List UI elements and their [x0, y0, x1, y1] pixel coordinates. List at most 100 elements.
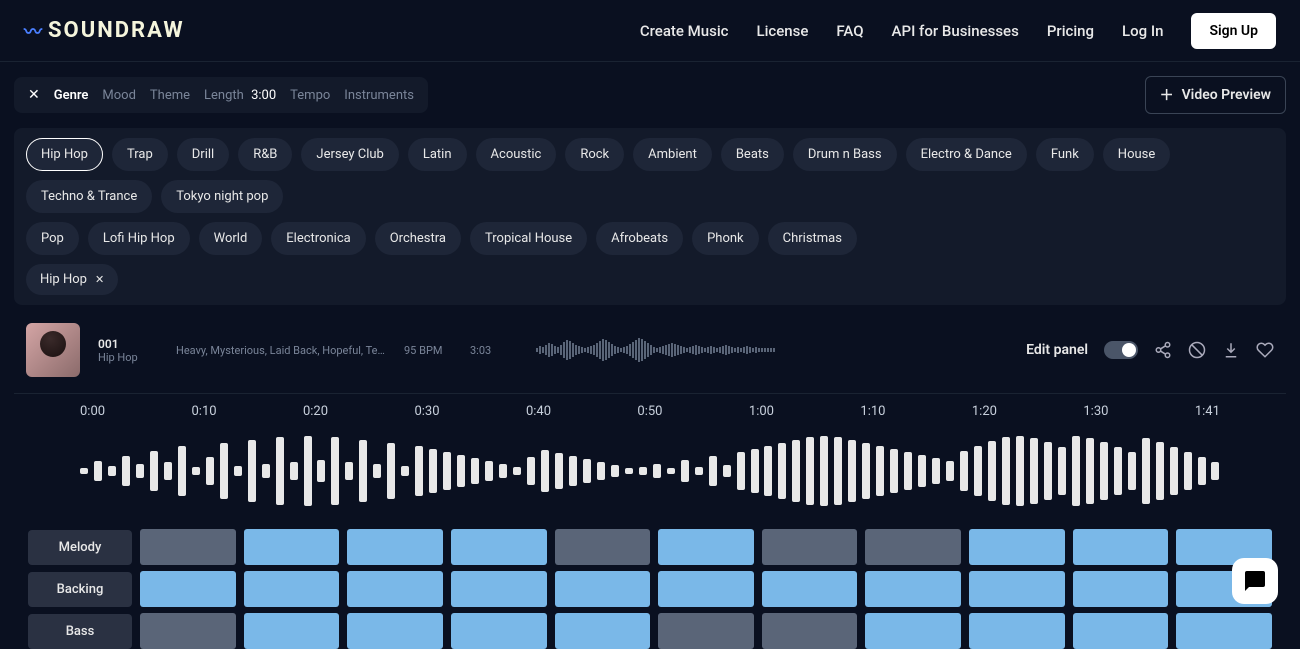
genre-chip[interactable]: Trap	[112, 138, 168, 171]
genre-chip[interactable]: Funk	[1036, 138, 1094, 171]
genre-chip[interactable]: Acoustic	[476, 138, 557, 171]
filter-theme[interactable]: Theme	[150, 88, 190, 103]
time-label: 1:20	[972, 404, 997, 419]
genre-chip[interactable]: Drill	[177, 138, 229, 171]
grid-cell[interactable]	[969, 571, 1065, 607]
track-duration: 3:03	[470, 344, 518, 357]
brand-name: SOUNDRAW	[48, 18, 185, 43]
genre-chip[interactable]: Latin	[408, 138, 467, 171]
remove-tag-icon[interactable]: ✕	[95, 273, 104, 286]
filter-instruments[interactable]: Instruments	[344, 88, 414, 103]
grid-cell[interactable]	[555, 571, 651, 607]
filter-length[interactable]: Length 3:00	[204, 88, 276, 103]
time-label: 0:30	[414, 404, 439, 419]
genre-chip[interactable]: Electronica	[271, 222, 365, 255]
chat-button[interactable]	[1232, 558, 1278, 604]
genre-chip[interactable]: Christmas	[768, 222, 857, 255]
grid-cell[interactable]	[347, 529, 443, 565]
grid-cell[interactable]	[140, 529, 236, 565]
genre-chip[interactable]: Tokyo night pop	[161, 180, 283, 213]
genre-chip[interactable]: Drum n Bass	[793, 138, 897, 171]
genre-chip[interactable]: Hip Hop	[26, 138, 103, 171]
genre-chip[interactable]: World	[199, 222, 263, 255]
nav-faq[interactable]: FAQ	[836, 22, 863, 40]
row-label-backing: Backing	[28, 572, 132, 607]
brand-logo[interactable]: 〰 SOUNDRAW	[24, 18, 185, 44]
grid-cell[interactable]	[762, 613, 858, 649]
nav-create-music[interactable]: Create Music	[640, 22, 729, 40]
grid-cell[interactable]	[244, 529, 340, 565]
active-genre-tag: Hip Hop ✕	[26, 264, 118, 295]
grid-cell[interactable]	[1176, 613, 1272, 649]
genre-chip[interactable]: Rock	[565, 138, 624, 171]
grid-cell[interactable]	[244, 613, 340, 649]
genre-chip[interactable]: Ambient	[633, 138, 712, 171]
time-label: 1:30	[1083, 404, 1108, 419]
grid-cell[interactable]	[865, 571, 961, 607]
main-waveform[interactable]	[80, 431, 1220, 511]
filter-mood[interactable]: Mood	[102, 88, 136, 103]
grid-cell[interactable]	[1073, 571, 1169, 607]
genre-chip[interactable]: Techno & Trance	[26, 180, 152, 213]
filter-tempo[interactable]: Tempo	[290, 88, 330, 103]
time-label: 0:50	[637, 404, 662, 419]
grid-cell[interactable]	[244, 571, 340, 607]
edit-panel-toggle[interactable]	[1104, 341, 1138, 359]
genre-chip[interactable]: House	[1103, 138, 1170, 171]
row-label-melody: Melody	[28, 530, 132, 565]
grid-cell[interactable]	[658, 571, 754, 607]
grid-cell[interactable]	[451, 529, 547, 565]
grid-cell[interactable]	[347, 613, 443, 649]
genre-chip[interactable]: Beats	[721, 138, 784, 171]
timeline-labels: 0:000:100:200:300:400:501:001:101:201:30…	[14, 404, 1286, 427]
grid-cell[interactable]	[865, 613, 961, 649]
grid-cell[interactable]	[451, 571, 547, 607]
genre-chip[interactable]: Afrobeats	[596, 222, 683, 255]
grid-cell[interactable]	[1073, 529, 1169, 565]
block-icon[interactable]	[1188, 341, 1206, 359]
share-icon[interactable]	[1154, 341, 1172, 359]
heart-icon[interactable]	[1256, 341, 1274, 359]
grid-cell[interactable]	[555, 613, 651, 649]
filter-bar: ✕ Genre Mood Theme Length 3:00 Tempo Ins…	[14, 77, 428, 113]
grid-cell[interactable]	[658, 529, 754, 565]
genre-chip[interactable]: Orchestra	[375, 222, 461, 255]
grid-cell[interactable]	[347, 571, 443, 607]
grid-cell[interactable]	[969, 613, 1065, 649]
signup-button[interactable]: Sign Up	[1191, 13, 1276, 49]
grid-cell[interactable]	[762, 529, 858, 565]
genre-chip[interactable]: Phonk	[692, 222, 759, 255]
filter-genre[interactable]: Genre	[54, 88, 89, 103]
track-mini-waveform[interactable]	[536, 336, 816, 364]
track-artwork[interactable]	[26, 323, 80, 377]
close-filters-icon[interactable]: ✕	[28, 87, 40, 103]
genre-chip[interactable]: Electro & Dance	[906, 138, 1027, 171]
chat-icon	[1243, 569, 1267, 593]
grid-cell[interactable]	[762, 571, 858, 607]
grid-cell[interactable]	[969, 529, 1065, 565]
time-label: 1:00	[749, 404, 774, 419]
grid-cell[interactable]	[140, 571, 236, 607]
grid-cell[interactable]	[451, 613, 547, 649]
nav-pricing[interactable]: Pricing	[1047, 22, 1094, 40]
row-label-bass: Bass	[28, 614, 132, 649]
download-icon[interactable]	[1222, 341, 1240, 359]
grid-cell[interactable]	[865, 529, 961, 565]
genre-chip[interactable]: R&B	[238, 138, 292, 171]
logo-wave-icon: 〰	[24, 18, 44, 44]
grid-row-bass: Bass	[14, 613, 1286, 649]
plus-icon: ＋	[1160, 85, 1174, 105]
genre-chip[interactable]: Tropical House	[470, 222, 587, 255]
genre-chips-row-2: Pop Lofi Hip Hop WorldElectronica Orchestra…	[26, 222, 1274, 255]
grid-cell[interactable]	[658, 613, 754, 649]
genre-chip[interactable]: Lofi Hip Hop	[88, 222, 190, 255]
nav-api[interactable]: API for Businesses	[892, 22, 1019, 40]
video-preview-button[interactable]: ＋ Video Preview	[1145, 76, 1286, 114]
grid-cell[interactable]	[140, 613, 236, 649]
grid-cell[interactable]	[555, 529, 651, 565]
genre-chip[interactable]: Jersey Club	[301, 138, 398, 171]
nav-login[interactable]: Log In	[1122, 22, 1163, 40]
grid-cell[interactable]	[1073, 613, 1169, 649]
nav-license[interactable]: License	[757, 22, 809, 40]
genre-chip[interactable]: Pop	[26, 222, 79, 255]
